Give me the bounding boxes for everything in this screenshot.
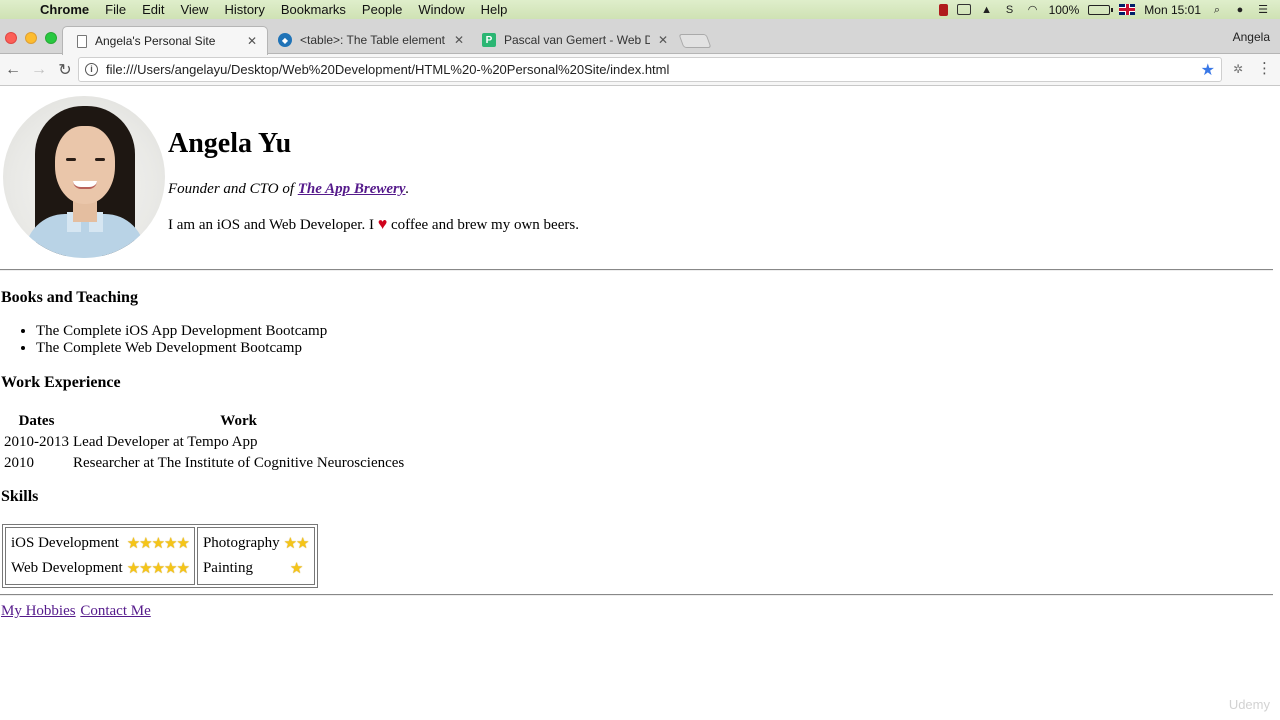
- profile-button[interactable]: Angela: [1233, 30, 1270, 44]
- spotlight-search-icon[interactable]: ⌕: [1210, 4, 1224, 16]
- bio-line: I am an iOS and Web Developer. I ♥ coffe…: [168, 216, 579, 233]
- company-link[interactable]: The App Brewery: [298, 181, 406, 197]
- wifi-icon[interactable]: ◠: [1026, 4, 1040, 16]
- books-heading: Books and Teaching: [1, 289, 138, 306]
- star-rating-icon: ★★: [283, 536, 310, 552]
- list-item: The Complete iOS App Development Bootcam…: [36, 323, 327, 340]
- skills-left-cell: iOS Development ★★★★★ Web Development ★★…: [5, 527, 195, 585]
- skype-icon[interactable]: S: [1003, 4, 1017, 16]
- browser-toolbar: ← → ↻ i file:///Users/angelayu/Desktop/W…: [0, 54, 1280, 86]
- forward-arrow-icon[interactable]: →: [26, 61, 52, 79]
- divider: [0, 594, 1273, 596]
- skill-row: iOS Development ★★★★★: [10, 532, 190, 555]
- work-cell: Researcher at The Institute of Cognitive…: [73, 455, 405, 471]
- skill-label: Photography: [202, 535, 280, 551]
- app-tray-icon[interactable]: [938, 3, 948, 16]
- skills-heading: Skills: [1, 488, 39, 505]
- skill-row: Painting ★: [202, 557, 310, 580]
- close-window-button[interactable]: [5, 32, 17, 44]
- web-page: Angela Yu Founder and CTO of The App Bre…: [0, 87, 1280, 720]
- menu-people[interactable]: People: [354, 2, 410, 17]
- mdn-icon: ◆: [278, 33, 292, 47]
- menu-window[interactable]: Window: [410, 2, 472, 17]
- info-icon[interactable]: i: [85, 63, 98, 76]
- dates-cell: 2010-2013: [4, 434, 69, 450]
- work-cell: Lead Developer at Tempo App: [73, 434, 258, 450]
- menu-edit[interactable]: Edit: [134, 2, 172, 17]
- tab-strip: Angela's Personal Site ✕ ◆ <table>: The …: [0, 19, 1280, 55]
- role-line: Founder and CTO of The App Brewery.: [168, 181, 410, 197]
- heart-icon: ♥: [377, 216, 388, 233]
- menu-history[interactable]: History: [216, 2, 272, 17]
- tab-title: <table>: The Table element - H: [300, 33, 446, 47]
- star-rating-icon: ★★★★★: [126, 536, 190, 552]
- table-row: 2010 Researcher at The Institute of Cogn…: [3, 454, 405, 473]
- screen-record-icon[interactable]: [956, 4, 971, 15]
- new-tab-button[interactable]: [678, 34, 712, 48]
- back-arrow-icon[interactable]: ←: [0, 61, 26, 79]
- column-header-dates: Dates: [18, 413, 55, 429]
- list-item: The Complete Web Development Bootcamp: [36, 340, 327, 357]
- tab-pascal-van-gemert[interactable]: P Pascal van Gemert - Web Deve ✕: [468, 26, 678, 54]
- status-tray: ▲ S ◠ 100% Mon 15:01 ⌕ ● ☰: [938, 2, 1280, 17]
- menu-app-chrome[interactable]: Chrome: [36, 2, 97, 17]
- p-icon: P: [482, 33, 496, 47]
- clock[interactable]: Mon 15:01: [1144, 3, 1201, 17]
- address-bar[interactable]: i file:///Users/angelayu/Desktop/Web%20D…: [78, 57, 1222, 82]
- tab-title: Angela's Personal Site: [95, 34, 216, 48]
- minimize-window-button[interactable]: [25, 32, 37, 44]
- work-table: Dates Work 2010-2013 Lead Developer at T…: [1, 410, 407, 475]
- intro-block: Angela Yu Founder and CTO of The App Bre…: [168, 127, 768, 234]
- divider: [0, 269, 1273, 271]
- battery-icon[interactable]: [1088, 4, 1114, 15]
- tab-title: Pascal van Gemert - Web Deve: [504, 33, 650, 47]
- chrome-menu-icon[interactable]: ⋮: [1257, 60, 1272, 78]
- close-tab-icon[interactable]: ✕: [658, 33, 668, 47]
- bookmark-star-icon[interactable]: ★: [1201, 60, 1215, 80]
- close-tab-icon[interactable]: ✕: [454, 33, 464, 47]
- tab-table-element[interactable]: ◆ <table>: The Table element - H ✕: [264, 26, 474, 54]
- udemy-watermark: Udemy: [1228, 697, 1270, 712]
- hobbies-link[interactable]: My Hobbies: [1, 603, 76, 619]
- books-list: The Complete iOS App Development Bootcam…: [36, 323, 327, 356]
- skill-label: Web Development: [11, 560, 123, 576]
- macos-menu-bar: Chrome File Edit View History Bookmarks …: [0, 0, 1280, 19]
- contact-link[interactable]: Contact Me: [80, 603, 150, 619]
- extension-bug-icon[interactable]: ✲: [1231, 62, 1245, 76]
- skill-row: Web Development ★★★★★: [10, 557, 190, 580]
- url-text[interactable]: file:///Users/angelayu/Desktop/Web%20Dev…: [106, 62, 1201, 77]
- column-header-work: Work: [220, 413, 257, 429]
- cast-icon[interactable]: ▲: [980, 4, 994, 16]
- notification-center-icon[interactable]: ☰: [1256, 4, 1270, 16]
- footer-links: My Hobbies Contact Me: [1, 603, 152, 620]
- skill-row: Photography ★★: [202, 532, 310, 555]
- table-row: 2010-2013 Lead Developer at Tempo App: [3, 433, 405, 452]
- page-title: Angela Yu: [168, 128, 292, 159]
- star-rating-icon: ★: [289, 561, 303, 577]
- star-rating-icon: ★★★★★: [126, 561, 190, 577]
- input-source-flag-icon[interactable]: [1119, 4, 1136, 15]
- skill-label: iOS Development: [11, 535, 119, 551]
- dates-cell: 2010: [4, 455, 34, 471]
- siri-icon[interactable]: ●: [1233, 4, 1247, 16]
- skills-right-cell: Photography ★★ Painting ★: [196, 527, 315, 585]
- menu-help[interactable]: Help: [473, 2, 516, 17]
- window-controls: [5, 32, 57, 44]
- menu-bookmarks[interactable]: Bookmarks: [273, 2, 354, 17]
- profile-photo: [3, 96, 165, 258]
- menu-file[interactable]: File: [97, 2, 134, 17]
- skills-table: iOS Development ★★★★★ Web Development ★★…: [2, 524, 318, 588]
- reload-icon[interactable]: ↻: [52, 60, 78, 80]
- tab-angelas-personal-site[interactable]: Angela's Personal Site ✕: [62, 26, 268, 55]
- zoom-window-button[interactable]: [45, 32, 57, 44]
- profile-header: [3, 96, 165, 258]
- work-heading: Work Experience: [1, 374, 121, 391]
- document-icon: [77, 34, 87, 48]
- battery-percent: 100%: [1048, 2, 1080, 17]
- skill-label: Painting: [202, 560, 253, 576]
- menu-view[interactable]: View: [172, 2, 216, 17]
- close-tab-icon[interactable]: ✕: [247, 34, 257, 48]
